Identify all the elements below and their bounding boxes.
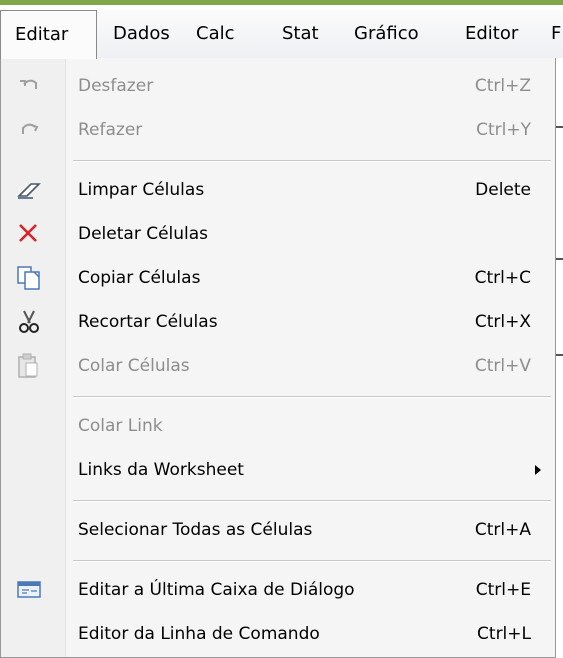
menu-item-shortcut: Ctrl+V: [474, 356, 531, 376]
menu-calc[interactable]: Calc: [196, 10, 235, 58]
menu-item-label: Refazer: [78, 120, 143, 140]
menu-item-editar-ultima-caixa[interactable]: Editar a Última Caixa de Diálogo Ctrl+E: [1, 568, 555, 612]
menu-item-label: Colar Células: [78, 356, 190, 376]
menu-grafico-label: Gráfico: [354, 23, 419, 44]
menu-item-label: Editar a Última Caixa de Diálogo: [78, 580, 355, 600]
dialog-box-icon: [15, 576, 45, 604]
menu-item-copiar-celulas[interactable]: Copiar Células Ctrl+C: [1, 256, 555, 300]
submenu-arrow-icon: [535, 465, 541, 475]
menu-f[interactable]: F: [551, 10, 561, 58]
menu-separator: [73, 500, 551, 502]
menu-item-colar-link[interactable]: Colar Link: [1, 404, 555, 448]
window-top-strip: [0, 0, 563, 10]
menu-separator: [73, 560, 551, 562]
menu-item-shortcut: Ctrl+X: [474, 312, 531, 332]
menu-item-colar-celulas[interactable]: Colar Células Ctrl+V: [1, 344, 555, 388]
eraser-icon: [15, 176, 45, 204]
menu-dados-label: Dados: [113, 23, 170, 44]
menu-item-shortcut: Ctrl+A: [474, 520, 531, 540]
menu-bar: Editar Dados Calc Stat Gráfico Editor F: [0, 10, 563, 59]
menu-separator: [73, 160, 551, 162]
menu-item-label: Deletar Células: [78, 224, 209, 244]
menu-item-label: Editor da Linha de Comando: [78, 624, 320, 644]
scissors-icon: [15, 308, 45, 336]
menu-dados[interactable]: Dados: [113, 10, 170, 58]
menu-calc-label: Calc: [196, 23, 235, 44]
menu-editar-label: Editar: [15, 24, 69, 45]
menu-item-deletar-celulas[interactable]: Deletar Células: [1, 212, 555, 256]
background-worksheet-edge: [556, 58, 563, 658]
menu-item-label: Desfazer: [78, 76, 154, 96]
menu-editor[interactable]: Editor: [465, 10, 518, 58]
menu-item-shortcut: Delete: [475, 180, 531, 200]
menu-item-desfazer[interactable]: Desfazer Ctrl+Z: [1, 64, 555, 108]
copy-icon: [15, 264, 45, 292]
menu-item-shortcut: Ctrl+E: [475, 580, 531, 600]
menu-item-label: Recortar Células: [78, 312, 218, 332]
menu-item-selecionar-todas[interactable]: Selecionar Todas as Células Ctrl+A: [1, 508, 555, 552]
menu-item-label: Links da Worksheet: [78, 460, 244, 480]
menu-stat-label: Stat: [282, 23, 319, 44]
delete-x-icon: [15, 220, 45, 248]
menu-item-recortar-celulas[interactable]: Recortar Células Ctrl+X: [1, 300, 555, 344]
menu-item-label: Selecionar Todas as Células: [78, 520, 313, 540]
menu-f-label: F: [551, 23, 562, 44]
undo-icon: [15, 72, 45, 100]
menu-item-label: Copiar Células: [78, 268, 201, 288]
menu-item-label: Limpar Células: [78, 180, 205, 200]
menu-item-shortcut: Ctrl+Z: [474, 76, 531, 96]
menu-item-links-da-worksheet[interactable]: Links da Worksheet: [1, 448, 555, 492]
menu-item-shortcut: Ctrl+L: [477, 624, 531, 644]
menu-item-label: Colar Link: [78, 416, 163, 436]
menu-item-refazer[interactable]: Refazer Ctrl+Y: [1, 108, 555, 152]
menu-item-limpar-celulas[interactable]: Limpar Células Delete: [1, 168, 555, 212]
menu-grafico[interactable]: Gráfico: [354, 10, 419, 58]
menu-item-shortcut: Ctrl+C: [474, 268, 531, 288]
paste-icon: [15, 352, 45, 380]
menu-separator: [73, 396, 551, 398]
menu-item-editor-linha-comando[interactable]: Editor da Linha de Comando Ctrl+L: [1, 612, 555, 656]
redo-icon: [15, 116, 45, 144]
menu-editar[interactable]: Editar: [0, 10, 97, 59]
editar-dropdown-menu: Desfazer Ctrl+Z Refazer Ctrl+Y Limpar Cé…: [0, 58, 556, 658]
window-accent-bar: [0, 0, 563, 5]
menu-editor-label: Editor: [465, 23, 519, 44]
menu-item-shortcut: Ctrl+Y: [476, 120, 531, 140]
menu-stat[interactable]: Stat: [282, 10, 319, 58]
